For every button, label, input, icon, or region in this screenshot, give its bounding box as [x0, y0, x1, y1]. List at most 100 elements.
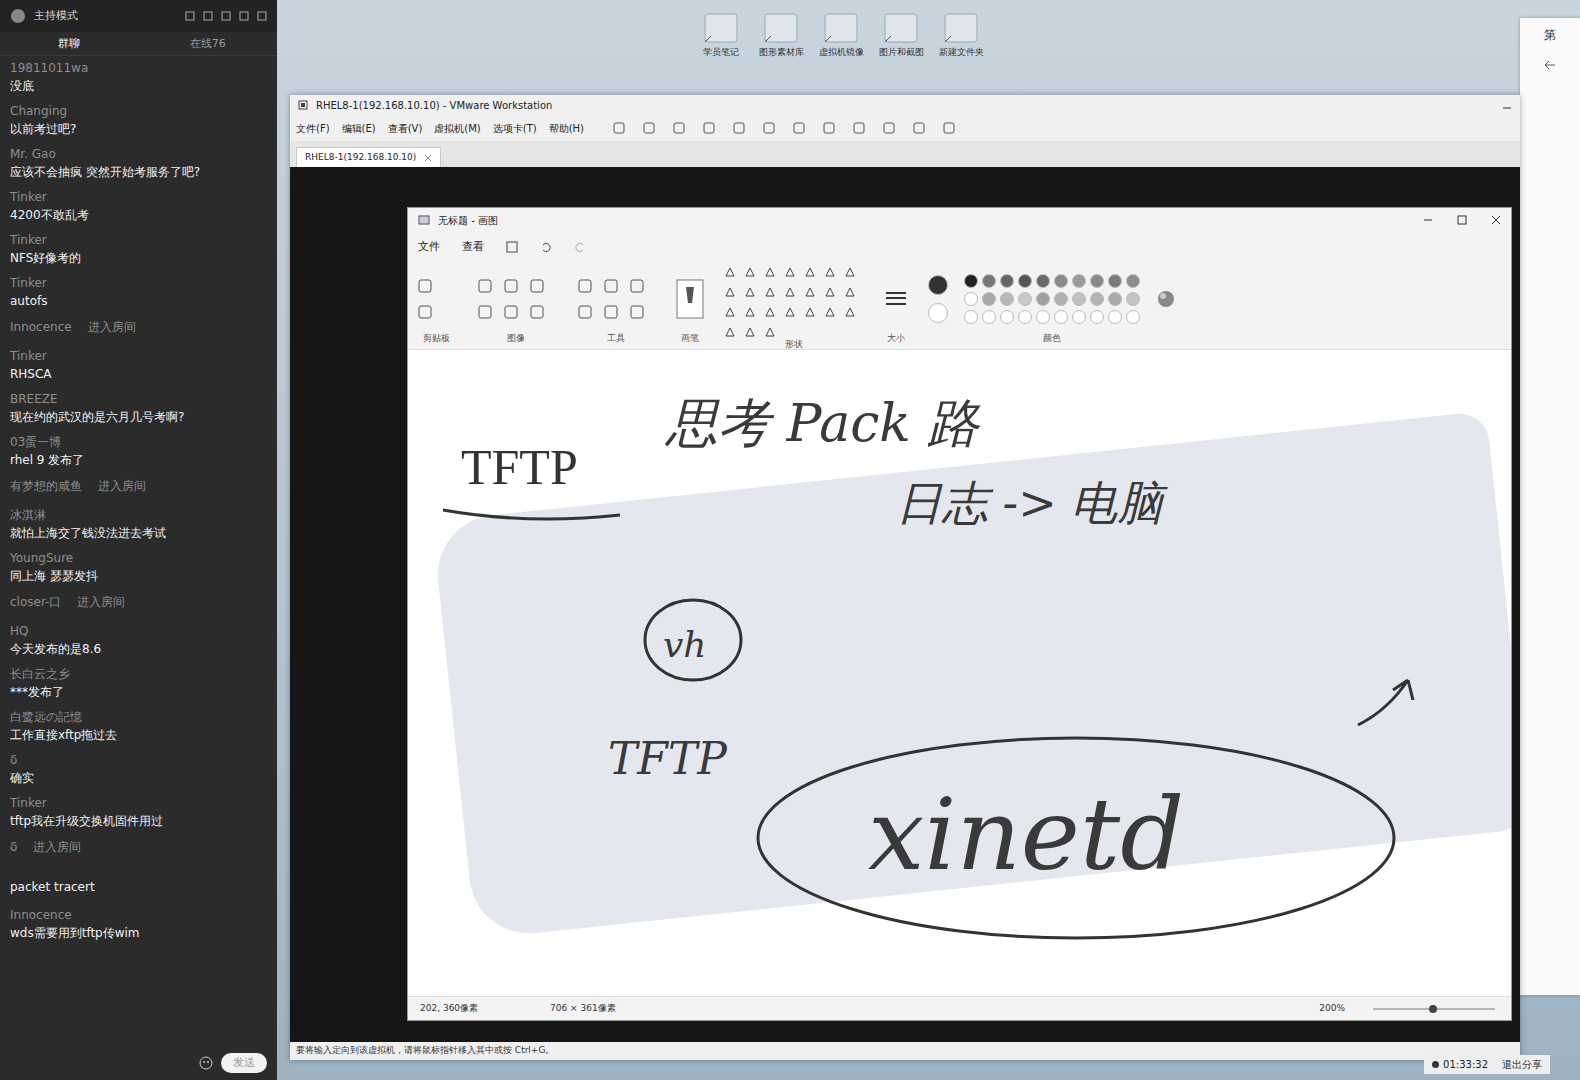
- palette-swatch[interactable]: [1126, 310, 1140, 324]
- menu-item[interactable]: 查看: [462, 239, 484, 256]
- current-color[interactable]: [928, 303, 948, 323]
- palette-swatch[interactable]: [1090, 310, 1104, 324]
- chat-message: δ确实: [10, 752, 267, 788]
- sender-name: 白鹭远の記憶: [10, 709, 267, 726]
- palette-swatch[interactable]: [1126, 292, 1140, 306]
- title-bar: RHEL8-1(192.168.10.10) - VMware Workstat…: [290, 95, 1520, 115]
- desktop-icon[interactable]: 学员笔记: [697, 12, 745, 58]
- menu-item[interactable]: 选项卡(T): [493, 121, 537, 136]
- chat-message: 长白云之乡***发布了: [10, 666, 267, 702]
- toolbar-icon: [822, 121, 836, 135]
- message-list: 19811011wa没底Changing以前考过吧?Mr. Gao应该不会抽疯 …: [0, 56, 277, 1046]
- palette-swatch[interactable]: [1090, 292, 1104, 306]
- chat-tab[interactable]: 群聊: [0, 32, 139, 55]
- palette-swatch[interactable]: [1054, 274, 1068, 288]
- tool-icon: [416, 303, 434, 321]
- message-text: RHSCA: [10, 365, 267, 384]
- shape-icon: [844, 266, 856, 278]
- desktop-icon[interactable]: 虚拟机镜像: [817, 12, 865, 58]
- join-notice: δ进入房间: [10, 838, 267, 856]
- palette-swatch[interactable]: [1108, 274, 1122, 288]
- palette-swatch[interactable]: [1036, 292, 1050, 306]
- chat-message: 03蛋一博rhel 9 发布了: [10, 434, 267, 470]
- palette-swatch[interactable]: [1054, 310, 1068, 324]
- desktop-icon[interactable]: 图片和截图: [877, 12, 925, 58]
- chat-message: 19811011wa没底: [10, 60, 267, 96]
- canvas-note: xinetd: [868, 780, 1184, 890]
- sender-name: closer-口: [10, 593, 61, 611]
- group-label: 大小: [884, 332, 908, 346]
- desktop-icon[interactable]: 图形素材库: [757, 12, 805, 58]
- chat-message: BREEZE现在约的武汉的是六月几号考啊?: [10, 391, 267, 427]
- vm-tab[interactable]: RHEL8-1(192.168.10.10): [296, 147, 441, 167]
- palette-swatch[interactable]: [964, 310, 978, 324]
- sender-name: Tinker: [10, 232, 267, 249]
- chat-message: TinkerNFS好像考的: [10, 232, 267, 268]
- status-bar: 要将输入定向到该虚拟机，请将鼠标指针移入其中或按 Ctrl+G。: [290, 1042, 1520, 1060]
- current-color[interactable]: [928, 275, 948, 295]
- palette-swatch[interactable]: [1126, 274, 1140, 288]
- shape-icon: [784, 266, 796, 278]
- undo-icon: [540, 241, 552, 253]
- sender-name: δ: [10, 838, 17, 856]
- palette-swatch[interactable]: [1072, 292, 1086, 306]
- palette-swatch[interactable]: [964, 292, 978, 306]
- record-dot: [1432, 1061, 1439, 1068]
- group-label: 颜色: [928, 332, 1176, 346]
- toolbar-icon: [702, 121, 716, 135]
- menu-item[interactable]: 文件(F): [296, 121, 330, 136]
- palette-swatch[interactable]: [982, 310, 996, 324]
- vm-display[interactable]: 无标题 - 画图文件查看剪贴板图像工具画笔形状大小颜色TFTP思考 Pack 路…: [290, 167, 1520, 1042]
- shape-icon: [764, 286, 776, 298]
- send-button[interactable]: 发送: [221, 1053, 267, 1074]
- menu-item[interactable]: 帮助(H): [549, 121, 584, 136]
- palette-swatch[interactable]: [1108, 310, 1122, 324]
- cursor-position: 202, 360像素: [420, 1002, 478, 1016]
- menu-item[interactable]: 查看(V): [388, 121, 423, 136]
- chat-input-bar: 发送: [0, 1046, 277, 1080]
- group-tools: [476, 266, 556, 332]
- ribbon-group: 颜色: [928, 266, 1176, 345]
- chat-tabs: 群聊在线76: [0, 32, 277, 56]
- menu-item[interactable]: 编辑(E): [342, 121, 376, 136]
- group-tools: [676, 266, 704, 332]
- menu-item[interactable]: 虚拟机(M): [434, 121, 480, 136]
- sender-name: BREEZE: [10, 391, 267, 408]
- palette-swatch[interactable]: [1036, 310, 1050, 324]
- message-text: 应该不会抽疯 突然开始考服务了吧?: [10, 163, 267, 182]
- folder-icon: [941, 12, 981, 46]
- stop-share-button[interactable]: 退出分享: [1502, 1057, 1542, 1072]
- palette-swatch[interactable]: [1018, 310, 1032, 324]
- chat-message: YoungSure同上海 瑟瑟发抖: [10, 550, 267, 586]
- folder-icon: [761, 12, 801, 46]
- palette-swatch[interactable]: [1108, 292, 1122, 306]
- sender-name: Changing: [10, 103, 267, 120]
- ribbon-group: 工具: [576, 266, 656, 345]
- palette-swatch[interactable]: [964, 274, 978, 288]
- palette-swatch[interactable]: [982, 274, 996, 288]
- desktop-icon[interactable]: 新建文件夹: [937, 12, 985, 58]
- palette-swatch[interactable]: [1090, 274, 1104, 288]
- paint-icon: [418, 214, 430, 226]
- zoom-slider[interactable]: [1369, 1004, 1499, 1014]
- palette-swatch[interactable]: [1036, 274, 1050, 288]
- palette-swatch[interactable]: [1018, 292, 1032, 306]
- shape-icon: [824, 306, 836, 318]
- palette-swatch[interactable]: [1072, 310, 1086, 324]
- message-text: 没底: [10, 77, 267, 96]
- palette-swatch[interactable]: [1000, 274, 1014, 288]
- palette-swatch[interactable]: [1054, 292, 1068, 306]
- palette-swatch[interactable]: [1072, 274, 1086, 288]
- drawing-canvas[interactable]: TFTP思考 Pack 路日志 -> 电脑vhTFTPxinetd: [408, 350, 1511, 996]
- shape-icon: [724, 306, 736, 318]
- palette-swatch[interactable]: [1018, 274, 1032, 288]
- palette-swatch[interactable]: [1000, 310, 1014, 324]
- menu-item[interactable]: 文件: [418, 239, 440, 256]
- toolbar-icon: [912, 121, 926, 135]
- chat-tab[interactable]: 在线76: [139, 32, 278, 55]
- group-label: 剪贴板: [416, 332, 456, 346]
- palette-swatch[interactable]: [982, 292, 996, 306]
- icon-label: 学员笔记: [691, 46, 751, 58]
- minimize-icon: [1502, 100, 1512, 110]
- palette-swatch[interactable]: [1000, 292, 1014, 306]
